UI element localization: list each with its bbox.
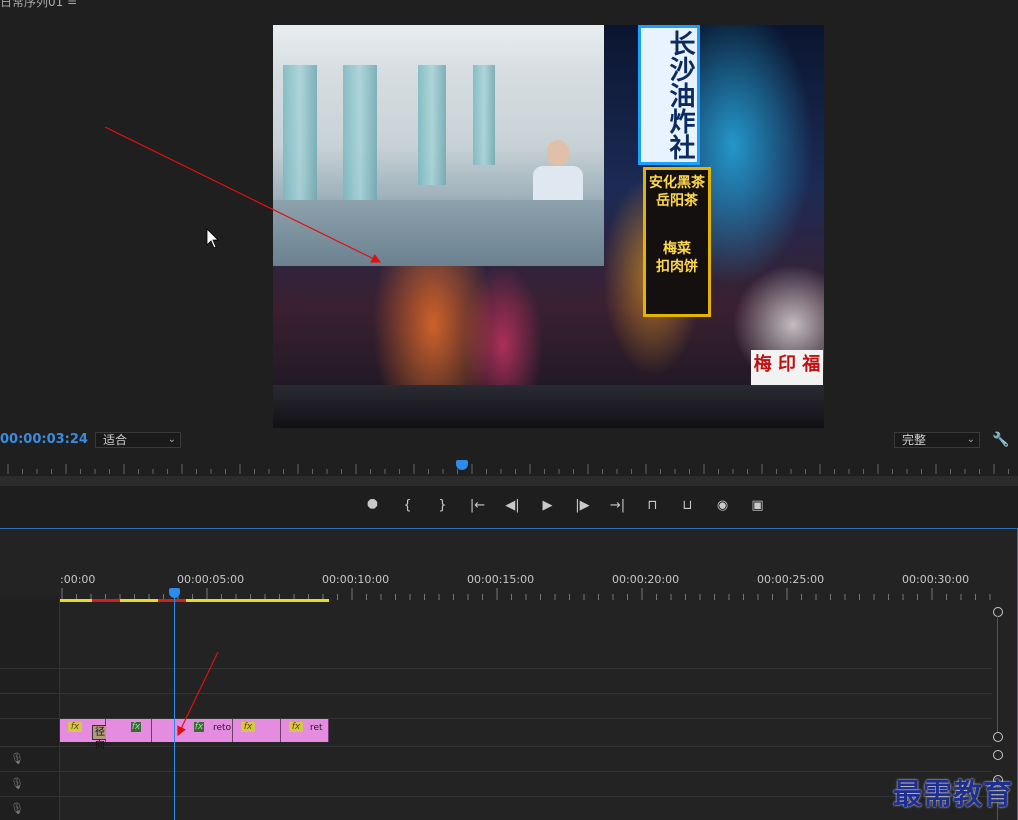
yellow-sign-line: 扣肉饼: [656, 259, 698, 275]
extract-button[interactable]: ⊔: [670, 493, 705, 517]
curtain: [343, 65, 377, 215]
ruler-label: 00:00:15:00: [467, 573, 535, 586]
yellow-sign-line: 安化黑茶: [649, 175, 705, 191]
ruler-label: 00:00:05:00: [177, 573, 245, 586]
wrench-icon[interactable]: 🔧: [992, 432, 1009, 448]
go-to-in-button[interactable]: |←: [460, 493, 495, 517]
track-divider: [0, 668, 992, 669]
video-clip[interactable]: fx ret: [281, 719, 329, 742]
track-divider: [0, 746, 992, 747]
render-bar-red: [92, 599, 120, 602]
track-divider: [0, 796, 992, 797]
zoom-fit-value: 适合: [103, 433, 128, 447]
main-sign: 长沙油炸社: [638, 25, 700, 165]
clip-name: ret: [310, 723, 323, 733]
sequence-title: 日常序列01 =: [0, 0, 78, 9]
passenger: [533, 140, 583, 200]
comparison-view-button[interactable]: ▣: [740, 493, 775, 517]
export-frame-button[interactable]: ◉: [705, 493, 740, 517]
monitor-time-ruler[interactable]: [0, 460, 1018, 476]
ruler-label: 00:00:20:00: [612, 573, 680, 586]
mark-in-button[interactable]: {: [390, 493, 425, 517]
playback-quality-value: 完整: [902, 433, 927, 447]
fx-badge: fx: [241, 722, 255, 732]
yellow-sign-line: 岳阳茶: [656, 193, 698, 209]
ruler-label: 00:00:25:00: [757, 573, 825, 586]
render-bar-red: [158, 599, 186, 602]
chevron-down-icon: ⌄: [167, 434, 176, 445]
track-divider: [0, 693, 992, 694]
clip-name: reto: [213, 723, 232, 733]
zoom-fit-select[interactable]: 适合 ⌄: [95, 432, 181, 448]
video-clip[interactable]: fx 径向: [60, 719, 108, 751]
track-divider: [0, 771, 992, 772]
curtain: [283, 65, 317, 215]
ruler-label: 00:00:10:00: [322, 573, 390, 586]
scroll-handle[interactable]: [993, 750, 1003, 760]
playback-quality-select[interactable]: 完整 ⌄: [894, 432, 980, 448]
chevron-down-icon: ⌄: [966, 434, 975, 445]
timeline-playhead-line: [174, 597, 175, 820]
transport-controls: ⯃ { } |← ◀| ▶ |▶ →| ⊓ ⊔ ◉ ▣: [355, 493, 785, 517]
playhead-timecode[interactable]: 00:00:03:24: [0, 432, 88, 447]
curtain: [473, 65, 495, 165]
crowd: [273, 385, 824, 428]
train-interior-overlay: [273, 25, 604, 266]
video-clip[interactable]: fx 插: [106, 719, 172, 742]
track-headers: [0, 598, 60, 820]
ruler-label: 00:00:30:00: [902, 573, 970, 586]
microphone-icon[interactable]: 🎙: [10, 752, 24, 765]
scroll-handle[interactable]: [993, 607, 1003, 617]
step-forward-button[interactable]: |▶: [565, 493, 600, 517]
yellow-sign: 安化黑茶 岳阳茶 梅菜 扣肉饼: [643, 167, 711, 317]
lift-button[interactable]: ⊓: [635, 493, 670, 517]
yellow-sign-line: 梅菜: [663, 241, 691, 257]
curtain: [418, 65, 446, 185]
go-to-out-button[interactable]: →|: [600, 493, 635, 517]
fx-badge: fx: [131, 722, 141, 732]
video-clip[interactable]: fx reto: [152, 719, 233, 742]
play-button[interactable]: ▶: [530, 493, 565, 517]
mark-out-button[interactable]: }: [425, 493, 460, 517]
seat-rows: [273, 200, 604, 266]
fx-badge: fx: [68, 722, 82, 732]
ruler-label: :00:00: [60, 573, 96, 586]
video-preview[interactable]: 长沙油炸社 安化黑茶 岳阳茶 梅菜 扣肉饼 梅 印 福: [273, 25, 824, 428]
fx-badge: fx: [194, 722, 204, 732]
watermark: 最需教育: [893, 777, 1014, 811]
monitor-scrub-bar[interactable]: [0, 476, 1018, 486]
microphone-icon[interactable]: 🎙: [10, 777, 24, 790]
fx-badge: fx: [289, 722, 303, 732]
video-clip[interactable]: fx: [233, 719, 281, 742]
scroll-handle[interactable]: [993, 732, 1003, 742]
add-marker-button[interactable]: ⯃: [355, 493, 390, 517]
timeline-ruler[interactable]: :00:00 00:00:05:00 00:00:10:00 00:00:15:…: [60, 570, 992, 602]
step-back-button[interactable]: ◀|: [495, 493, 530, 517]
microphone-icon[interactable]: 🎙: [10, 802, 24, 815]
